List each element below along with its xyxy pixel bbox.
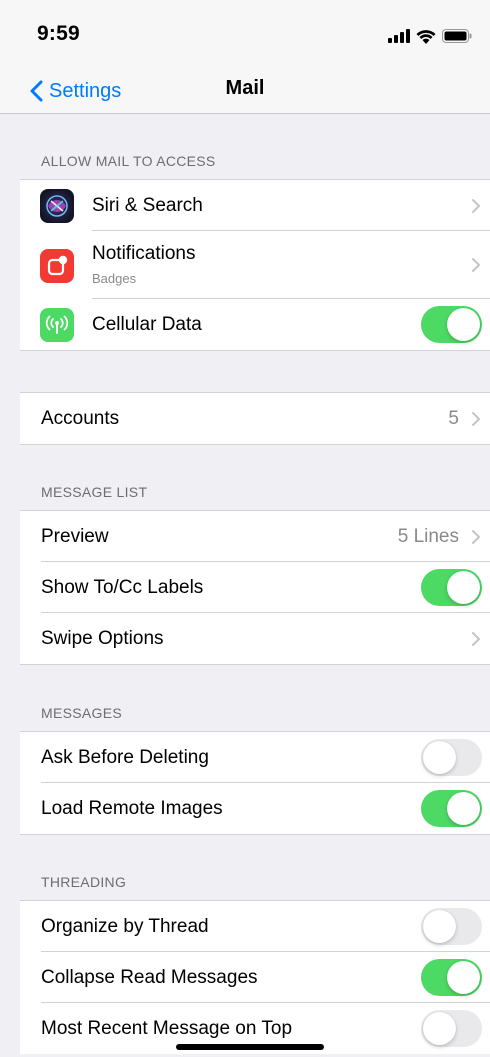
home-indicator — [176, 1044, 324, 1050]
collapse-read-messages-toggle[interactable] — [421, 959, 482, 996]
chevron-right-icon — [472, 632, 480, 646]
status-time: 9:59 — [37, 22, 80, 45]
wifi-icon — [416, 29, 436, 44]
notifications-icon — [40, 249, 74, 283]
notifications-row[interactable]: Notifications Badges — [20, 231, 490, 299]
load-remote-images-toggle[interactable] — [421, 790, 482, 827]
cellular-data-label: Cellular Data — [92, 314, 202, 335]
show-to-cc-row: Show To/Cc Labels — [20, 562, 490, 613]
collapse-read-messages-row: Collapse Read Messages — [20, 952, 490, 1003]
load-remote-images-row: Load Remote Images — [20, 783, 490, 834]
access-group: Siri & Search Notifications Badges Cellu… — [20, 179, 490, 351]
section-header-messages: MESSAGES — [41, 705, 122, 721]
battery-icon — [442, 29, 472, 43]
most-recent-on-top-toggle[interactable] — [421, 1010, 482, 1047]
status-bar: 9:59 — [0, 0, 490, 68]
accounts-row[interactable]: Accounts 5 — [20, 393, 490, 444]
organize-by-thread-row: Organize by Thread — [20, 901, 490, 952]
cellular-antenna-icon — [40, 308, 74, 342]
preview-row[interactable]: Preview 5 Lines — [20, 511, 490, 562]
show-to-cc-label: Show To/Cc Labels — [41, 577, 204, 598]
chevron-right-icon — [472, 412, 480, 426]
chevron-right-icon — [472, 530, 480, 544]
messages-group: Ask Before Deleting Load Remote Images — [20, 731, 490, 835]
siri-icon — [40, 189, 74, 223]
section-header-access: ALLOW MAIL TO ACCESS — [41, 153, 216, 169]
swipe-options-label: Swipe Options — [41, 628, 164, 649]
notifications-subtitle: Badges — [92, 271, 137, 286]
status-icons — [388, 26, 472, 46]
most-recent-on-top-label: Most Recent Message on Top — [41, 1018, 293, 1039]
cellular-data-row: Cellular Data — [20, 299, 490, 350]
signal-icon — [388, 29, 410, 43]
page-title: Mail — [225, 77, 265, 99]
message-list-group: Preview 5 Lines Show To/Cc Labels Swipe … — [20, 510, 490, 665]
swipe-options-row[interactable]: Swipe Options — [20, 613, 490, 664]
collapse-read-messages-label: Collapse Read Messages — [41, 967, 258, 988]
siri-search-row[interactable]: Siri & Search — [20, 180, 490, 231]
organize-by-thread-toggle[interactable] — [421, 908, 482, 945]
load-remote-images-label: Load Remote Images — [41, 798, 223, 819]
nav-bar: Settings Mail — [0, 68, 490, 114]
accounts-label: Accounts — [41, 408, 120, 429]
cellular-data-toggle[interactable] — [421, 306, 482, 343]
ask-before-deleting-row: Ask Before Deleting — [20, 732, 490, 783]
preview-value: 5 Lines — [397, 526, 459, 547]
section-header-threading: THREADING — [41, 874, 127, 890]
chevron-right-icon — [472, 199, 480, 213]
notifications-label: Notifications — [92, 243, 196, 264]
ask-before-deleting-label: Ask Before Deleting — [41, 747, 209, 768]
ask-before-deleting-toggle[interactable] — [421, 739, 482, 776]
show-to-cc-toggle[interactable] — [421, 569, 482, 606]
threading-group: Organize by Thread Collapse Read Message… — [20, 900, 490, 1054]
preview-label: Preview — [41, 526, 109, 547]
accounts-group: Accounts 5 — [20, 392, 490, 445]
chevron-right-icon — [472, 258, 480, 272]
siri-search-label: Siri & Search — [92, 195, 203, 216]
section-header-message-list: MESSAGE LIST — [41, 484, 148, 500]
accounts-count: 5 — [448, 408, 459, 429]
organize-by-thread-label: Organize by Thread — [41, 916, 209, 937]
